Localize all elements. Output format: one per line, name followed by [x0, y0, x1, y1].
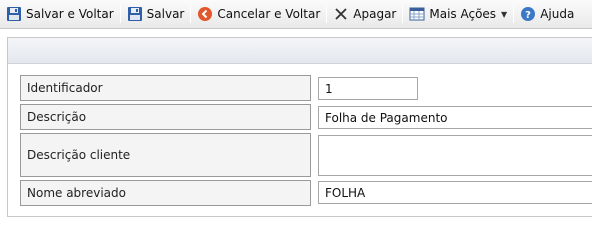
spreadsheet-icon	[409, 6, 425, 22]
more-actions-label: Mais Ações	[429, 7, 497, 21]
more-actions-button[interactable]: Mais Ações ▼	[406, 3, 510, 25]
cancel-and-back-button[interactable]: Cancelar e Voltar	[194, 3, 323, 25]
floppy-disk-icon	[127, 6, 143, 22]
toolbar-separator	[190, 5, 192, 23]
client-description-label: Descrição cliente	[20, 133, 311, 177]
delete-label: Apagar	[353, 7, 397, 21]
short-name-label: Nome abreviado	[20, 180, 311, 206]
identifier-row: Identificador	[13, 75, 592, 101]
short-name-input[interactable]	[318, 181, 592, 204]
toolbar-separator	[326, 5, 328, 23]
toolbar-separator	[119, 5, 121, 23]
toolbar: Salvar e Voltar Salvar Cancelar e Voltar	[0, 0, 592, 29]
description-label: Descrição	[20, 104, 311, 130]
cancel-and-back-label: Cancelar e Voltar	[217, 7, 321, 21]
panel-header	[8, 38, 592, 64]
chevron-down-icon: ▼	[501, 9, 508, 19]
client-description-textarea[interactable]	[318, 135, 592, 176]
toolbar-separator	[513, 5, 515, 23]
save-label: Salvar	[146, 7, 185, 21]
save-and-back-label: Salvar e Voltar	[26, 7, 114, 21]
cancel-back-icon	[197, 6, 213, 22]
save-and-back-button[interactable]: Salvar e Voltar	[3, 3, 117, 25]
save-button[interactable]: Salvar	[124, 3, 188, 25]
identifier-input[interactable]	[318, 77, 418, 100]
help-button[interactable]: ? Ajuda	[517, 3, 577, 25]
toolbar-separator	[402, 5, 404, 23]
x-icon	[333, 6, 349, 22]
identifier-label: Identificador	[20, 75, 311, 101]
delete-button[interactable]: Apagar	[330, 3, 399, 25]
svg-text:?: ?	[525, 10, 531, 21]
description-input[interactable]	[318, 106, 592, 129]
help-icon: ?	[520, 6, 536, 22]
help-label: Ajuda	[540, 7, 575, 21]
floppy-disk-icon	[6, 6, 22, 22]
